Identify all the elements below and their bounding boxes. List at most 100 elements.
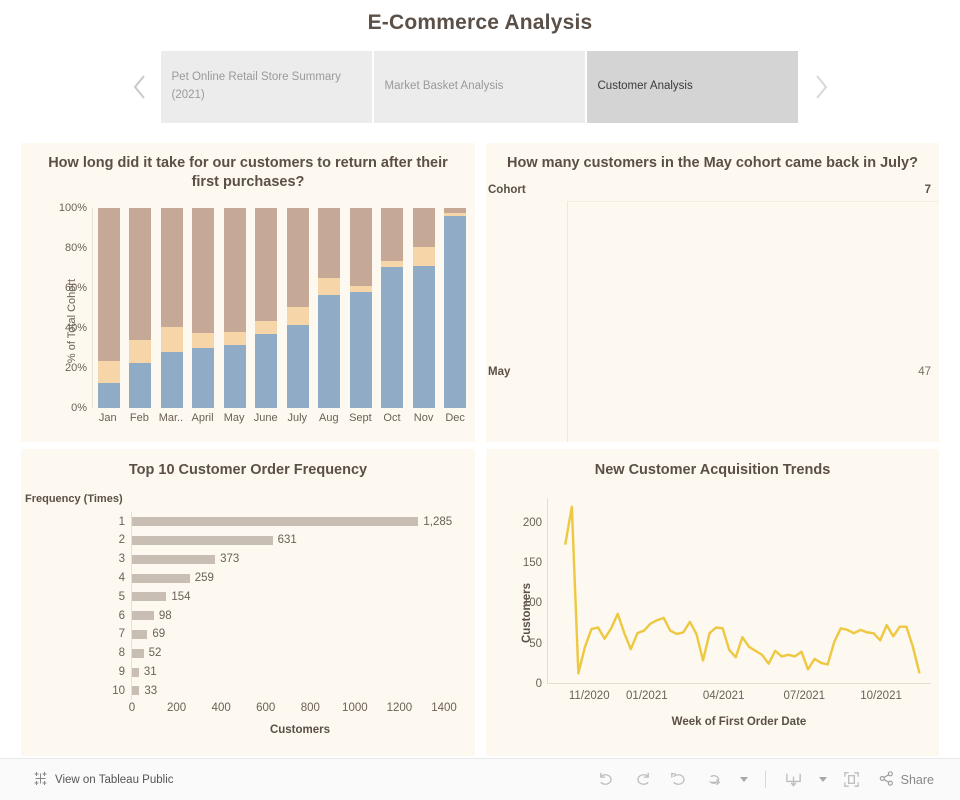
tab-pet-online-retail-store-summary[interactable]: Pet Online Retail Store Summary (2021) — [160, 51, 374, 123]
refresh-button[interactable] — [697, 765, 733, 795]
tab-market-basket-analysis[interactable]: Market Basket Analysis — [373, 51, 587, 123]
stacked-bar-x-tick: Mar.. — [158, 411, 184, 424]
share-button[interactable]: Share — [870, 765, 946, 795]
horizontal-bar-row[interactable]: 2 631 — [21, 531, 469, 550]
cohort-header-row: Cohort 7 — [486, 184, 931, 196]
horizontal-bar — [132, 573, 190, 583]
tab-label: Pet Online Retail Store Summary (2021) — [171, 71, 341, 101]
stacked-bar-column[interactable] — [440, 207, 472, 408]
horizontal-bar-x-tick: 800 — [300, 702, 320, 715]
horizontal-bar-track: 373 — [131, 549, 469, 569]
horizontal-bar — [132, 611, 154, 621]
line-chart-series — [548, 498, 931, 683]
stacked-bar-segment-segment-tan — [223, 207, 246, 332]
horizontal-bar-value-label: 33 — [144, 684, 158, 697]
horizontal-bar-row[interactable]: 8 52 — [21, 643, 469, 663]
panel-title-order-frequency: Top 10 Customer Order Frequency — [128, 462, 368, 478]
horizontal-bar-row[interactable]: 4 259 — [21, 568, 469, 588]
cohort-header-label: Cohort — [488, 184, 526, 197]
horizontal-bar-row[interactable]: 5 154 — [21, 587, 469, 607]
dashboard-tab-strip: Pet Online Retail Store Summary (2021) M… — [0, 51, 960, 123]
stacked-bar-column[interactable] — [156, 207, 188, 408]
horizontal-bar — [132, 667, 139, 677]
pause-dropdown-button[interactable] — [733, 765, 755, 795]
toolbar-actions: Share — [589, 765, 946, 795]
line-chart-x-axis-title: Week of First Order Date — [671, 716, 807, 729]
tabs-prev-arrow-icon[interactable] — [119, 51, 161, 123]
stacked-bar-column[interactable] — [282, 207, 314, 408]
stacked-bar-y-tick: 40% — [64, 321, 87, 334]
horizontal-bar — [132, 554, 216, 564]
revert-button[interactable] — [661, 765, 697, 795]
stacked-bar-column[interactable] — [125, 207, 157, 408]
stacked-bar-plot-area — [92, 207, 472, 408]
horizontal-bar-row[interactable]: 10 33 — [21, 681, 469, 701]
horizontal-bar — [132, 592, 167, 602]
horizontal-bar-row[interactable]: 6 98 — [21, 606, 469, 626]
stacked-bar-segment-segment-blue — [223, 344, 246, 408]
redo-button[interactable] — [625, 765, 661, 795]
stacked-bar-column[interactable] — [345, 207, 377, 408]
horizontal-bar-track: 52 — [131, 643, 469, 663]
horizontal-bar-row[interactable]: 7 69 — [21, 625, 469, 644]
line-chart-y-tick: 50 — [529, 637, 542, 650]
stacked-bar-y-tick: 0% — [71, 401, 87, 414]
stacked-bar-column[interactable] — [188, 207, 220, 408]
horizontal-bar-value-label: 31 — [143, 666, 157, 679]
panel-cohort-table: How many customers in the May cohort cam… — [485, 140, 960, 448]
line-chart-x-axis: 11/2020 01/2021 04/2021 07/2021 10/2021 — [547, 690, 931, 706]
line-chart-y-tick: 100 — [522, 597, 542, 610]
horizontal-bar-value-label: 1,285 — [423, 515, 453, 528]
stacked-bar-segment-segment-peach — [223, 331, 246, 345]
cohort-header-value: 7 — [924, 184, 931, 197]
stacked-bar-segment-segment-peach — [255, 320, 278, 334]
stacked-bar-segment-segment-peach — [318, 277, 341, 295]
cohort-vertical-divider — [567, 201, 568, 442]
dashboard-grid: How long did it take for our customers t… — [0, 140, 960, 758]
panel-title-acquisition: New Customer Acquisition Trends — [594, 462, 831, 478]
horizontal-bar-track: 631 — [131, 531, 469, 550]
download-button[interactable] — [776, 765, 812, 795]
horizontal-bar-x-tick: 1200 — [386, 702, 413, 715]
stacked-bar-column[interactable] — [251, 207, 283, 408]
stacked-bar-segment-segment-tan — [255, 207, 278, 321]
stacked-bar-segment-segment-blue — [318, 294, 341, 408]
horizontal-bar-category-label: 7 — [118, 628, 125, 641]
horizontal-bar-x-tick: 1000 — [342, 702, 368, 715]
tab-label: Market Basket Analysis — [384, 80, 504, 93]
horizontal-bar — [132, 629, 148, 639]
horizontal-bar-value-label: 259 — [194, 572, 214, 585]
horizontal-bar-row[interactable]: 9 31 — [21, 662, 469, 682]
stacked-bar-x-tick: Jan — [98, 411, 117, 424]
stacked-bar-x-tick: Nov — [413, 411, 434, 424]
line-chart-y-tick: 200 — [522, 516, 542, 529]
tab-customer-analysis[interactable]: Customer Analysis — [586, 51, 800, 123]
horizontal-bar-row[interactable]: 3 373 — [21, 549, 469, 569]
stacked-bar-column[interactable] — [408, 207, 440, 408]
view-on-tableau-public-button[interactable]: View on Tableau Public — [33, 771, 174, 789]
stacked-bar-segment-segment-tan — [412, 207, 435, 247]
horizontal-bar — [132, 535, 273, 545]
horizontal-bar-track: 1,285 — [131, 512, 469, 532]
stacked-bar-column[interactable] — [219, 207, 251, 408]
horizontal-bar-row[interactable]: 1 1,285 — [21, 512, 469, 532]
stacked-bar-column[interactable] — [314, 207, 346, 408]
panel-cohort-return: How long did it take for our customers t… — [0, 140, 485, 448]
stacked-bar-column[interactable] — [377, 207, 409, 408]
stacked-bar-x-tick: April — [191, 411, 214, 424]
bottom-toolbar: View on Tableau Public Share — [0, 758, 960, 800]
stacked-bar-column[interactable] — [93, 207, 125, 408]
stacked-bar-x-tick: Dec — [445, 411, 465, 424]
horizontal-bar-x-tick: 600 — [256, 702, 276, 715]
tabs-next-arrow-icon[interactable] — [800, 51, 842, 123]
horizontal-bar — [132, 648, 144, 658]
fullscreen-button[interactable] — [834, 765, 870, 795]
stacked-bar-segment-segment-peach — [192, 333, 215, 348]
horizontal-bar-x-axis-title: Customers — [269, 724, 331, 737]
undo-button[interactable] — [589, 765, 625, 795]
download-dropdown-button[interactable] — [812, 765, 834, 795]
horizontal-bar-category-label: 5 — [118, 590, 125, 603]
horizontal-bar-value-label: 98 — [158, 609, 172, 622]
stacked-bar-segment-segment-tan — [160, 207, 183, 327]
stacked-bar-chart: % of Total Cohort 0% 20% 40% 60% 80% 100% Jan… — [21, 200, 475, 442]
